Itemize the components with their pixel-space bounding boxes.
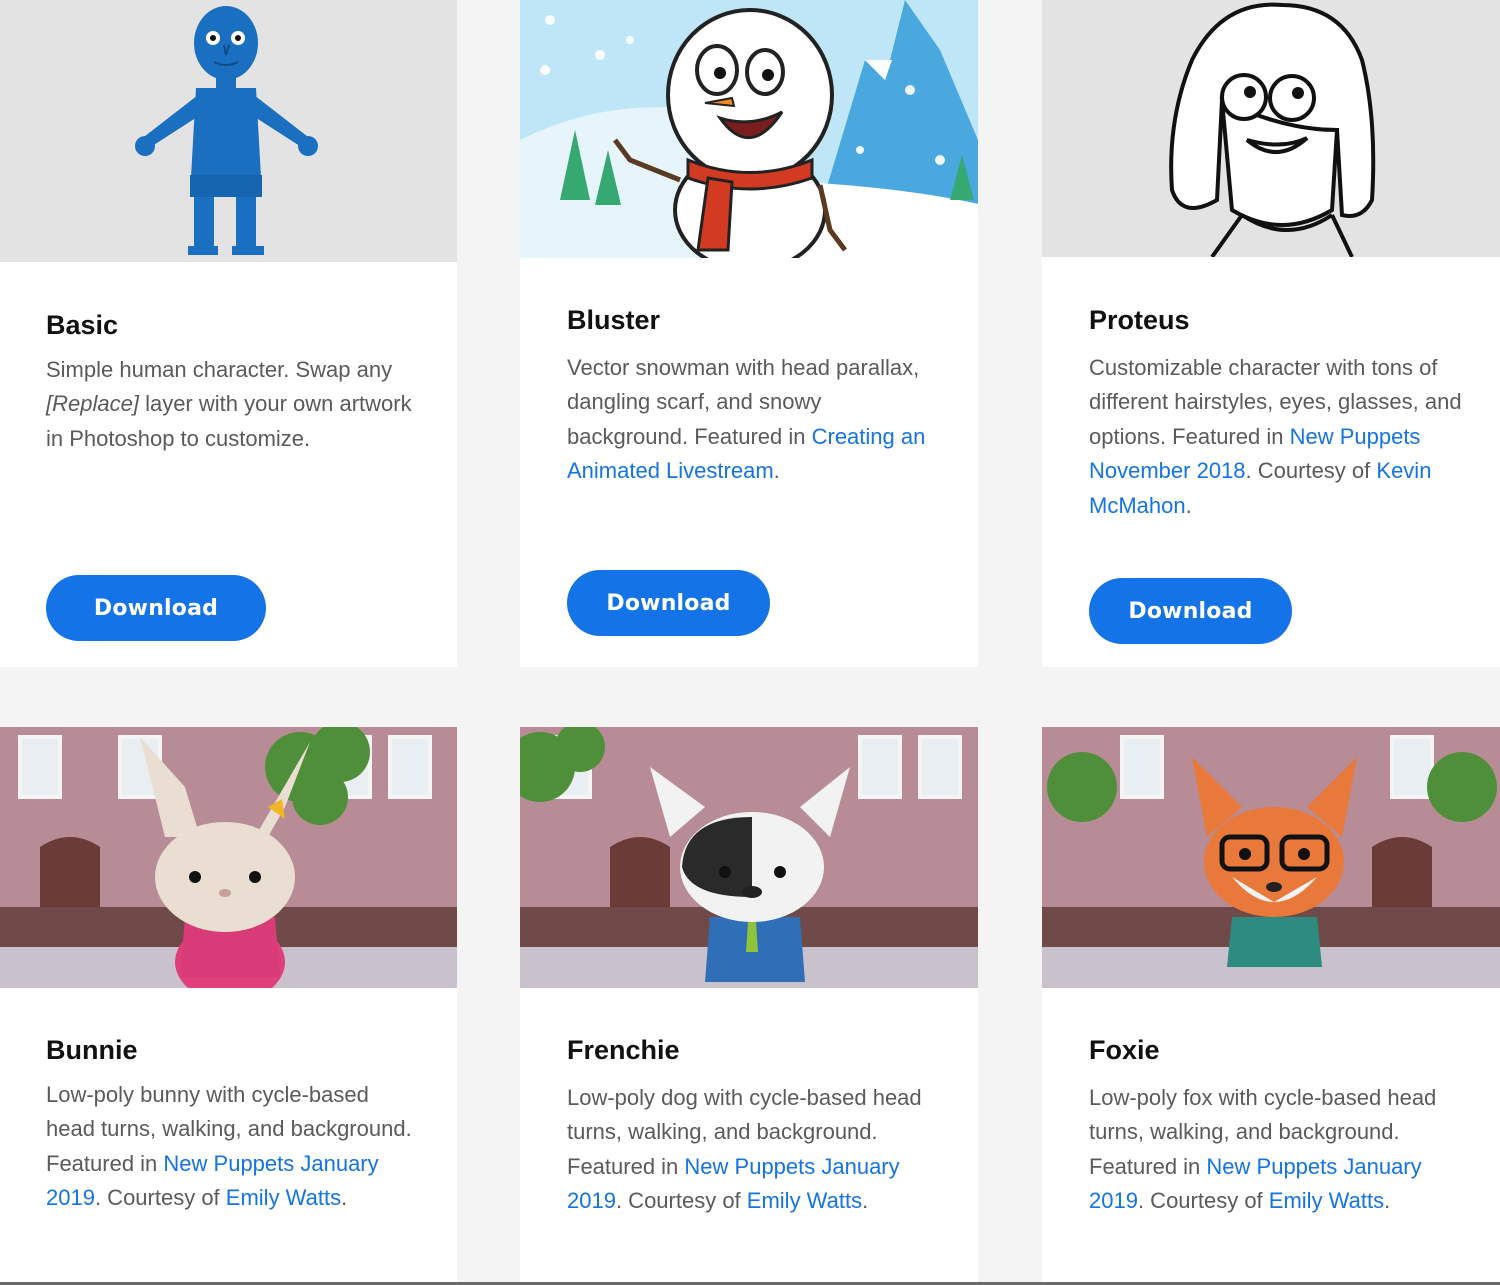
- frenchie-title: Frenchie: [567, 1035, 680, 1065]
- proteus-title: Proteus: [1089, 305, 1190, 335]
- bunnie-character-image: [0, 727, 457, 988]
- frenchie-author-link[interactable]: Emily Watts: [747, 1188, 862, 1213]
- foxie-title: Foxie: [1089, 1035, 1160, 1065]
- bunnie-title: Bunnie: [46, 1035, 138, 1065]
- foxie-character-image: [1042, 727, 1500, 988]
- bluster-thumbnail[interactable]: [520, 0, 978, 258]
- proteus-description: Customizable character with tons of diff…: [1089, 355, 1462, 518]
- bluster-title: Bluster: [567, 305, 661, 335]
- puppet-card-bluster: Bluster Vector snowman with head paralla…: [520, 0, 978, 667]
- puppet-card-bunnie: Bunnie Low-poly bunny with cycle-based h…: [0, 727, 457, 1285]
- basic-description: Simple human character. Swap any [Replac…: [46, 357, 412, 451]
- basic-title: Basic: [46, 310, 119, 340]
- puppet-card-proteus: Proteus Customizable character with tons…: [1042, 0, 1500, 667]
- replace-layer-name: [Replace]: [46, 391, 139, 417]
- bunnie-author-link[interactable]: Emily Watts: [226, 1185, 341, 1210]
- bunnie-thumbnail[interactable]: [0, 727, 457, 988]
- frenchie-thumbnail[interactable]: [520, 727, 978, 988]
- foxie-description: Low-poly fox with cycle-based head turns…: [1089, 1085, 1437, 1214]
- proteus-character-image: [1042, 0, 1500, 257]
- frenchie-description: Low-poly dog with cycle-based head turns…: [567, 1085, 922, 1214]
- proteus-thumbnail[interactable]: [1042, 0, 1500, 257]
- puppet-card-basic: Basic Simple human character. Swap any […: [0, 0, 457, 667]
- puppet-card-foxie: Foxie Low-poly fox with cycle-based head…: [1042, 727, 1500, 1285]
- bluster-character-image: [520, 0, 978, 258]
- foxie-thumbnail[interactable]: [1042, 727, 1500, 988]
- basic-character-image: [0, 0, 457, 262]
- basic-thumbnail[interactable]: [0, 0, 457, 262]
- bluster-description: Vector snowman with head parallax, dangl…: [567, 355, 926, 484]
- puppet-card-frenchie: Frenchie Low-poly dog with cycle-based h…: [520, 727, 978, 1285]
- basic-download-button[interactable]: Download: [46, 575, 266, 641]
- bluster-download-button[interactable]: Download: [567, 570, 770, 636]
- bunnie-description: Low-poly bunny with cycle-based head tur…: [46, 1082, 412, 1211]
- proteus-download-button[interactable]: Download: [1089, 578, 1292, 644]
- frenchie-character-image: [520, 727, 978, 988]
- foxie-author-link[interactable]: Emily Watts: [1269, 1188, 1384, 1213]
